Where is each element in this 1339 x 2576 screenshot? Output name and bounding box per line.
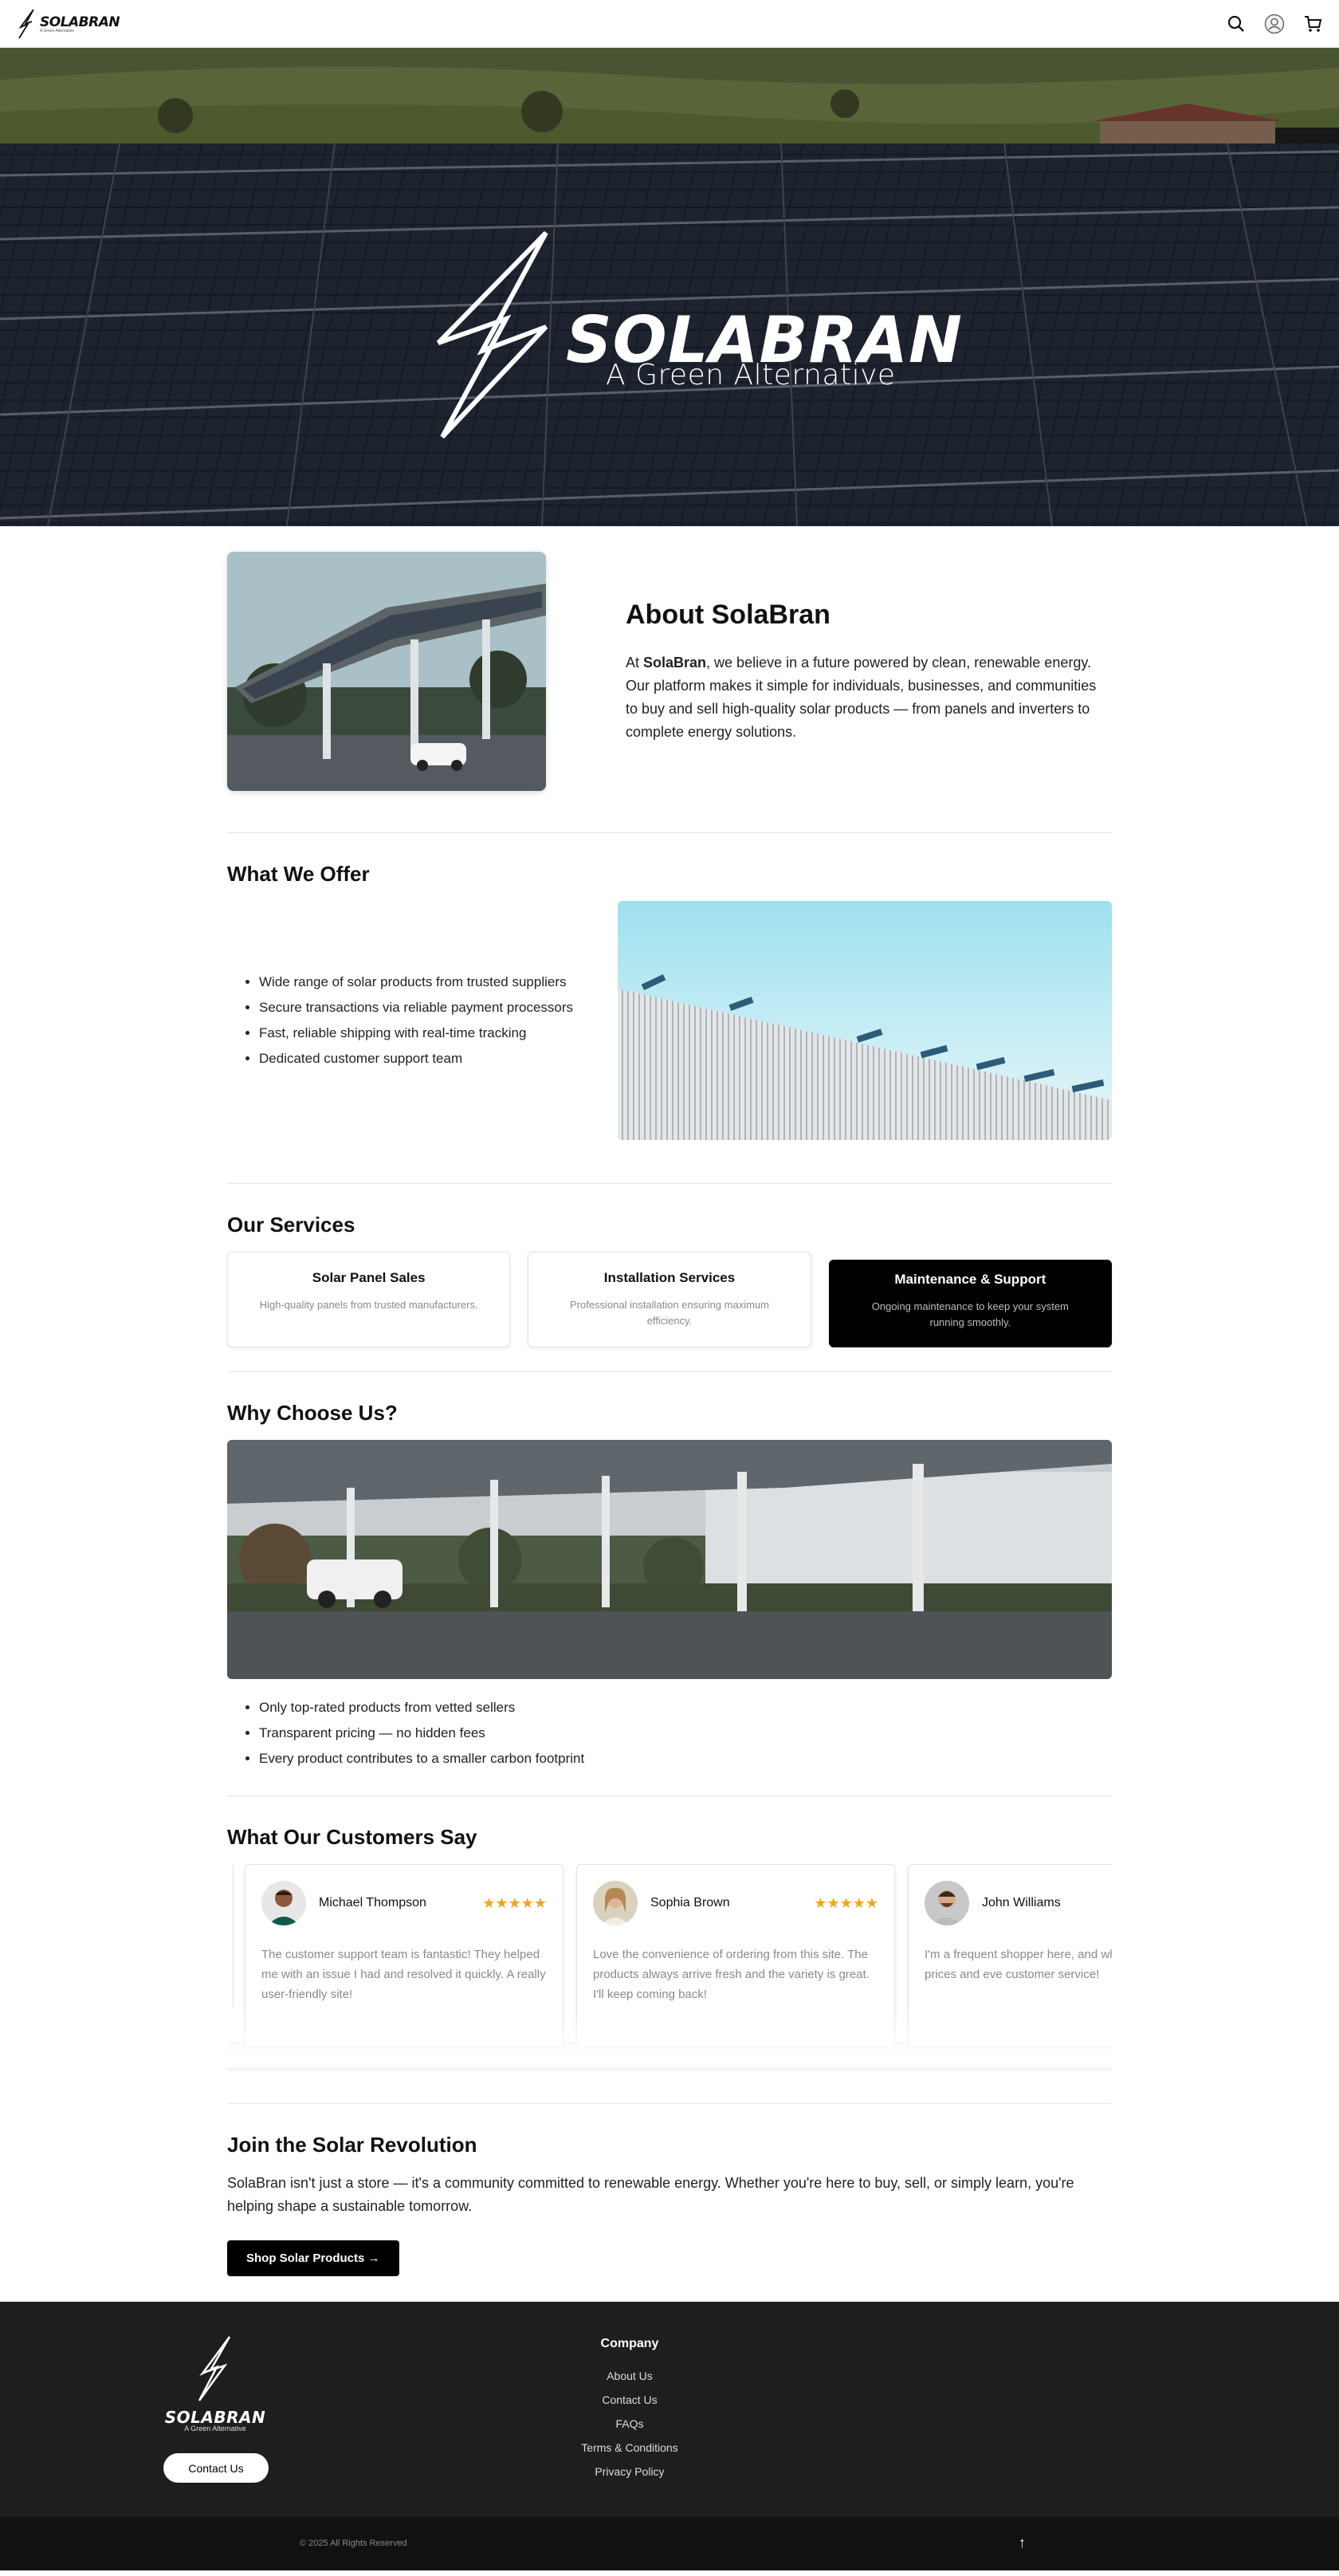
reviewer-name: Sophia Brown	[650, 1896, 730, 1909]
offer-list: Wide range of solar products from truste…	[227, 969, 602, 1072]
list-item: Fast, reliable shipping with real-time t…	[259, 1021, 602, 1046]
about-section: About SolaBran At SolaBran, we believe i…	[227, 526, 1112, 832]
avatar	[925, 1881, 969, 1925]
header-actions	[1226, 14, 1323, 34]
services-section: Our Services Solar Panel Sales High-qual…	[227, 1184, 1112, 1371]
list-item: Only top-rated products from vetted sell…	[259, 1695, 1112, 1721]
service-card-installation[interactable]: Installation Services Professional insta…	[528, 1252, 811, 1347]
header-logo[interactable]: SOLABRAN A Green Alternative	[16, 8, 120, 40]
service-title: Maintenance & Support	[894, 1272, 1046, 1287]
list-item: Secure transactions via reliable payment…	[259, 995, 602, 1021]
review-text: The customer support team is fantastic! …	[261, 1948, 546, 2001]
search-icon[interactable]	[1226, 14, 1247, 34]
hero-subtitle: A Green Alternative	[606, 359, 896, 391]
review-text: Love the convenience of ordering from th…	[593, 1948, 870, 2001]
offer-image	[618, 901, 1112, 1140]
why-section: Why Choose Us? • Only top-rated products…	[227, 1372, 1112, 1795]
list-item: Wide range of solar products from truste…	[259, 969, 602, 995]
carousel-fade-mask	[227, 2012, 1112, 2067]
back-to-top-icon[interactable]: ↑	[1019, 2535, 1026, 2551]
offer-section: What We Offer Wide range of solar produc…	[227, 833, 1112, 1183]
list-item: Transparent pricing — no hidden fees	[259, 1721, 1112, 1746]
join-section: Join the Solar Revolution SolaBran isn't…	[227, 2104, 1112, 2302]
cart-icon[interactable]	[1302, 14, 1323, 34]
list-item: Dedicated customer support team	[259, 1046, 602, 1072]
reviewer-name: John Williams	[982, 1896, 1061, 1909]
about-image	[227, 552, 546, 791]
footer-company-heading: Company	[600, 2337, 659, 2350]
service-card-solar-panel-sales[interactable]: Solar Panel Sales High-quality panels fr…	[227, 1252, 511, 1347]
why-heading: Why Choose Us?	[227, 1401, 398, 1425]
services-heading: Our Services	[227, 1213, 355, 1237]
service-card-maintenance[interactable]: Maintenance & Support Ongoing maintenanc…	[828, 1260, 1112, 1347]
avatar	[261, 1881, 306, 1925]
about-paragraph: At SolaBran, we believe in a future powe…	[626, 654, 1097, 740]
service-title: Installation Services	[603, 1270, 736, 1285]
footer-logo[interactable]: SOLABRAN A Green Alternative	[163, 2334, 267, 2432]
testimonials-section: What Our Customers Say Michael Thompson …	[227, 1796, 1112, 2103]
join-paragraph: SolaBran isn't just a store — it's a com…	[227, 2175, 1074, 2214]
footer-link-terms[interactable]: Terms & Conditions	[550, 2436, 709, 2460]
service-desc: Ongoing maintenance to keep your system …	[871, 1300, 1069, 1328]
about-heading: About SolaBran	[626, 599, 830, 630]
footer-company-links: Company About Us Contact Us FAQs Terms &…	[550, 2337, 709, 2484]
why-list: Only top-rated products from vetted sell…	[227, 1695, 1112, 1772]
avatar	[593, 1881, 638, 1925]
rating-stars: ★★★★★	[482, 1894, 547, 1911]
site-footer: SOLABRAN A Green Alternative Contact Us …	[0, 2302, 1339, 2517]
testimonials-carousel[interactable]: Michael Thompson ★★★★★ The customer supp…	[227, 1864, 1112, 2071]
footer-link-privacy[interactable]: Privacy Policy	[550, 2460, 709, 2484]
testimonials-heading: What Our Customers Say	[227, 1825, 477, 1849]
reviewer-name: Michael Thompson	[319, 1896, 426, 1909]
footer-link-contact[interactable]: Contact Us	[550, 2388, 709, 2412]
service-desc: Professional installation ensuring maxim…	[569, 1299, 769, 1327]
header-brand: SOLABRAN	[40, 14, 120, 30]
about-brand-bold: SolaBran	[643, 654, 707, 671]
footer-contact-button[interactable]: Contact Us	[163, 2453, 269, 2483]
review-text: I'm a frequent shopper here, and what I …	[925, 1948, 1112, 1981]
service-title: Solar Panel Sales	[312, 1270, 426, 1285]
shop-solar-products-button[interactable]: Shop Solar Products →	[227, 2240, 399, 2276]
site-header: SOLABRAN A Green Alternative	[0, 0, 1339, 48]
copyright-text: © 2025 All Rights Reserved	[300, 2539, 407, 2548]
rating-stars: ★★★★★	[814, 1894, 878, 1911]
offer-heading: What We Offer	[227, 862, 370, 886]
footer-link-about[interactable]: About Us	[550, 2364, 709, 2388]
footer-bottom-bar: © 2025 All Rights Reserved ↑	[0, 2517, 1339, 2570]
footer-link-faqs[interactable]: FAQs	[550, 2412, 709, 2436]
join-heading: Join the Solar Revolution	[227, 2133, 477, 2157]
account-icon[interactable]	[1264, 14, 1285, 34]
hero-banner: SOLABRAN A Green Alternative	[0, 48, 1339, 526]
why-image	[227, 1440, 1112, 1679]
service-desc: High-quality panels from trusted manufac…	[259, 1299, 478, 1311]
footer-lightning-icon	[198, 2336, 231, 2401]
list-item: Every product contributes to a smaller c…	[259, 1746, 1112, 1772]
lightning-logo-icon	[18, 8, 34, 38]
